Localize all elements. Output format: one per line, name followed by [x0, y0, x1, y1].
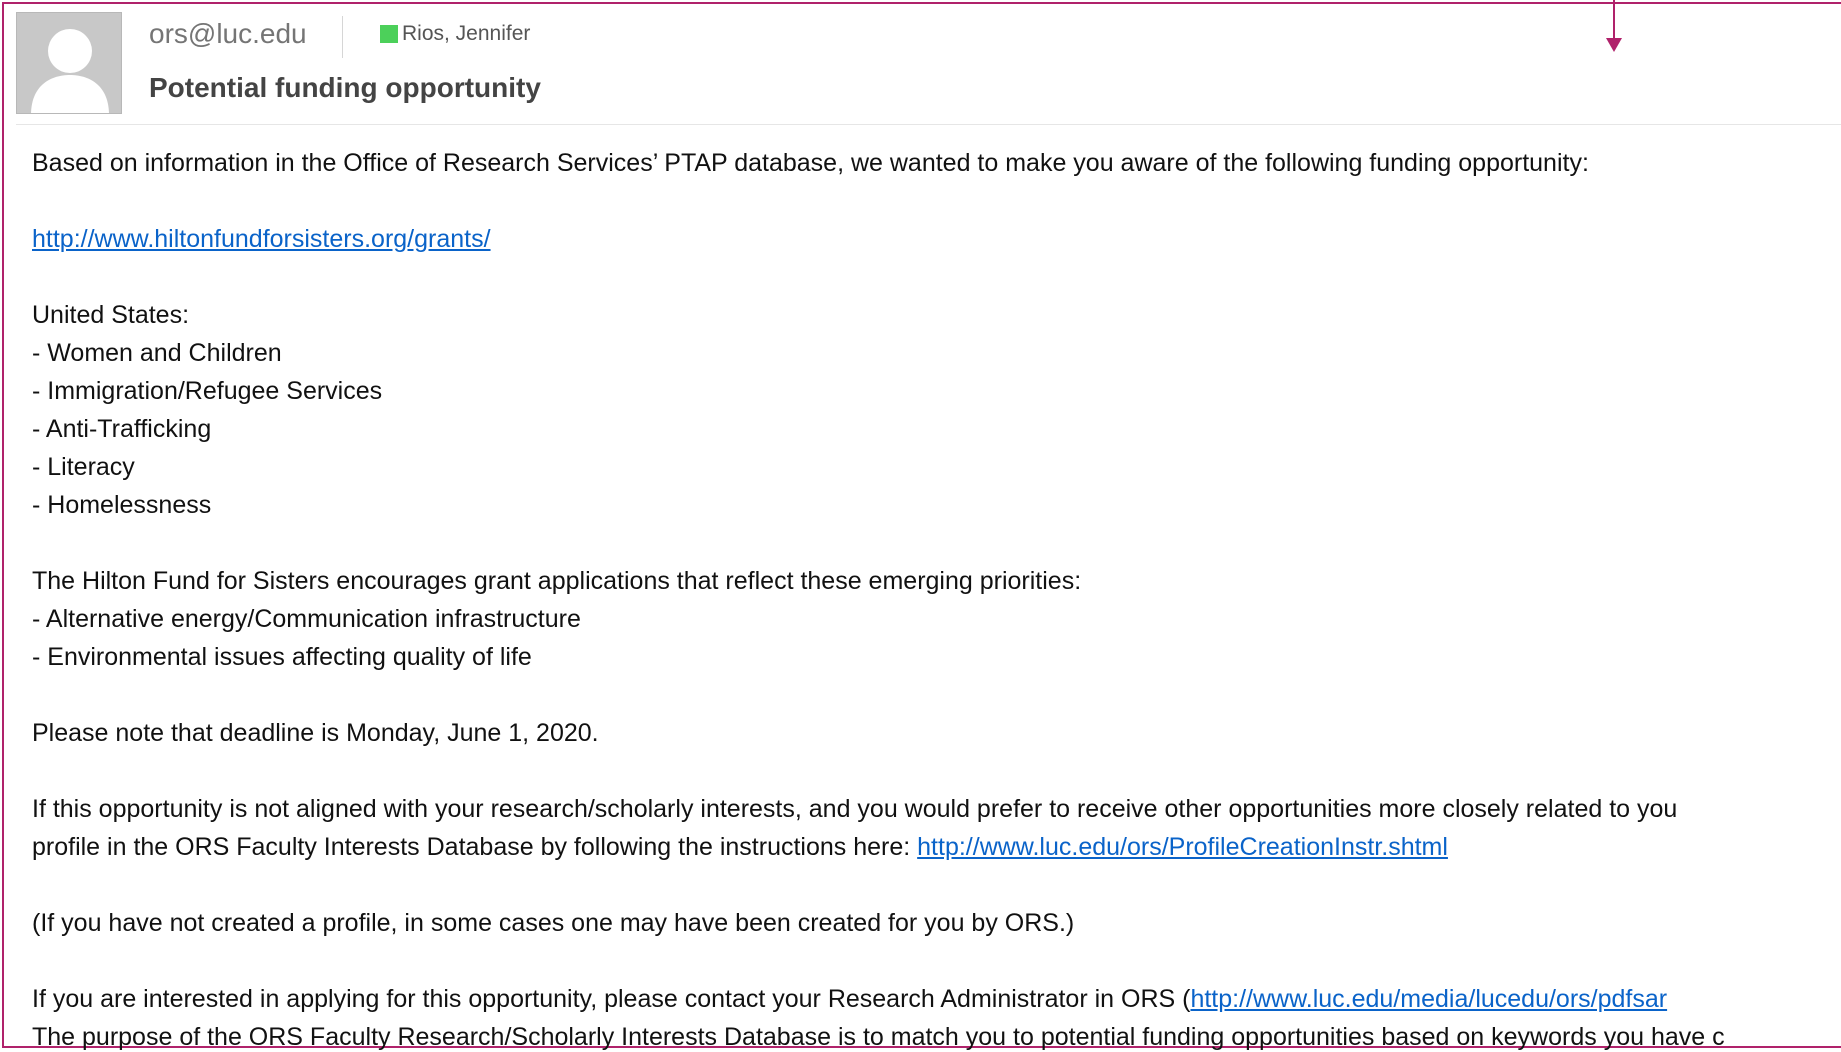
- us-heading: United States:: [32, 301, 190, 329]
- list-item: - Environmental issues affecting quality…: [32, 643, 532, 671]
- avatar[interactable]: [16, 12, 122, 114]
- intro-text: Based on information in the Office of Re…: [32, 149, 1589, 177]
- profile-instructions-text: profile in the ORS Faculty Interests Dat…: [32, 833, 918, 861]
- person-silhouette-icon: [31, 29, 109, 113]
- grant-link[interactable]: http://www.hiltonfundforsisters.org/gran…: [32, 225, 491, 253]
- list-item: - Homelessness: [32, 491, 212, 519]
- research-admin-link[interactable]: http://www.luc.edu/media/lucedu/ors/pdfs…: [1190, 985, 1667, 1013]
- header-divider: [342, 16, 343, 58]
- priorities-heading: The Hilton Fund for Sisters encourages g…: [32, 567, 1082, 595]
- profile-instructions-link[interactable]: http://www.luc.edu/ors/ProfileCreationIn…: [917, 833, 1448, 861]
- apply-line: If you are interested in applying for th…: [32, 984, 1667, 1014]
- profile-text: If this opportunity is not aligned with …: [32, 795, 1678, 823]
- profile-note: (If you have not created a profile, in s…: [32, 909, 1075, 937]
- purpose-text: The purpose of the ORS Faculty Research/…: [32, 1023, 1725, 1051]
- recipient[interactable]: Rios, Jennifer: [380, 22, 530, 46]
- message-header: ors@luc.edu Rios, Jennifer Potential fun…: [16, 6, 1841, 125]
- message-subject: Potential funding opportunity: [149, 72, 541, 103]
- grant-link-line: http://www.hiltonfundforsisters.org/gran…: [32, 224, 491, 254]
- list-item: - Literacy: [32, 453, 135, 481]
- list-item: - Anti-Trafficking: [32, 415, 212, 443]
- presence-status-icon: [380, 25, 398, 43]
- list-item: - Immigration/Refugee Services: [32, 377, 383, 405]
- deadline-text: Please note that deadline is Monday, Jun…: [32, 719, 599, 747]
- list-item: - Women and Children: [32, 339, 282, 367]
- list-item: - Alternative energy/Communication infra…: [32, 605, 581, 633]
- apply-text: If you are interested in applying for th…: [32, 985, 1191, 1013]
- sender-address[interactable]: ors@luc.edu: [149, 18, 307, 50]
- profile-instructions-line: profile in the ORS Faculty Interests Dat…: [32, 832, 1448, 862]
- recipient-name[interactable]: Rios, Jennifer: [402, 22, 530, 46]
